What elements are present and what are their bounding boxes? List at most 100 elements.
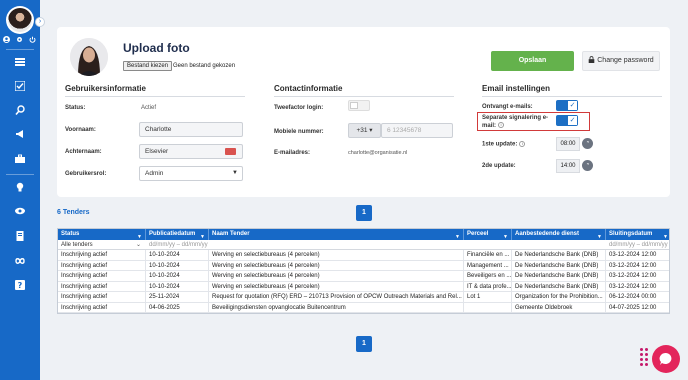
apps-grid-icon[interactable]: [640, 348, 648, 368]
sidebar-avatar[interactable]: [6, 6, 34, 34]
table-cell: 03-12-2024 12:00: [609, 262, 657, 269]
table-cell: [464, 302, 512, 313]
user-info-title: Gebruikersinformatie: [65, 84, 146, 93]
lightbulb-icon[interactable]: [14, 181, 26, 193]
publication-date-filter[interactable]: dd/mm/yy – dd/mm/yy: [146, 240, 266, 250]
table-cell: Inschrijving actief: [58, 271, 146, 282]
help-icon[interactable]: ?: [14, 279, 26, 291]
clock-icon[interactable]: ◔: [582, 138, 593, 149]
choose-file-button[interactable]: Bestand kiezen: [123, 61, 173, 71]
two-factor-label: Tweefactor login:: [274, 105, 324, 111]
table-row[interactable]: Inschrijving actief 10-10-2024 Werving en …: [58, 271, 669, 282]
contact-info-title: Contactinformatie: [274, 84, 343, 93]
table-cell: Request for quotation (RFQ) ERD – 210713…: [209, 292, 464, 303]
column-closing-date[interactable]: Sluitingsdatum ▼: [606, 229, 671, 240]
table-cell: Inschrijving actief: [58, 281, 146, 292]
table-header: Status ▼ Publicatiedatum ▼ Naam Tender ▼ Pe…: [58, 229, 669, 240]
lock-icon: [588, 56, 595, 63]
clock-icon[interactable]: ◔: [582, 160, 593, 171]
table-cell: 03-12-2024 12:00: [609, 252, 657, 258]
table-row[interactable]: Inschrijving actief 04-06-2025 Beveiliging…: [58, 302, 669, 313]
first-update-time[interactable]: 08:00: [556, 137, 580, 151]
table-cell: 10-10-2024: [146, 281, 209, 292]
table-row[interactable]: Inschrijving actief 10-10-2024 Werving en …: [58, 281, 669, 292]
page-button-top[interactable]: 1: [356, 205, 372, 221]
tender-count: 6 Tenders: [57, 209, 90, 216]
table-cell: Management ...: [464, 260, 512, 271]
table-cell: 06-12-2024 00:00: [609, 294, 657, 300]
table-cell: Lot 1: [464, 292, 512, 303]
role-select[interactable]: Admin ▼: [139, 166, 243, 181]
first-name-label: Voornaam:: [65, 127, 96, 133]
table-cell: 04-06-2025: [146, 302, 209, 313]
first-name-value: Charlotte: [145, 126, 172, 133]
change-password-button[interactable]: Change password: [582, 51, 660, 71]
role-value: Admin: [145, 170, 164, 177]
role-label: Gebruikersrol:: [65, 171, 107, 177]
table-cell: Werving en selectiebureaus (4 percelen): [209, 260, 464, 271]
sidebar: › ?: [0, 0, 45, 380]
mobile-placeholder: 6 12345678: [387, 127, 422, 134]
column-lot[interactable]: Perceel ▼: [464, 229, 512, 240]
chevron-down-icon: ▼: [232, 170, 238, 176]
first-name-field[interactable]: Charlotte: [139, 122, 243, 137]
gear-icon[interactable]: [16, 36, 23, 43]
table-body: Inschrijving actief 10-10-2024 Werving en …: [58, 250, 669, 313]
dashboard-icon[interactable]: [14, 56, 26, 68]
power-icon[interactable]: [29, 36, 36, 43]
save-button[interactable]: Opslaan: [491, 51, 574, 71]
megaphone-icon[interactable]: [14, 128, 26, 140]
closing-date-filter[interactable]: dd/mm/yy – dd/mm/yy: [606, 240, 671, 250]
document-icon[interactable]: [14, 230, 26, 242]
last-name-field[interactable]: Elsevier: [139, 144, 243, 159]
eye-icon[interactable]: [14, 205, 26, 217]
table-cell: IT & data profe...: [464, 281, 512, 292]
highlight-box: [477, 112, 590, 131]
search-icon[interactable]: [14, 104, 26, 116]
table-cell: Inschrijving actief: [58, 250, 146, 261]
status-label: Status:: [65, 105, 86, 111]
info-icon[interactable]: i: [519, 141, 526, 147]
two-factor-toggle[interactable]: [348, 100, 370, 111]
chevron-down-icon[interactable]: ⌄: [133, 240, 141, 250]
table-cell: De Nederlandsche Bank (DNB): [512, 260, 606, 271]
chat-bubble-icon: [659, 352, 672, 365]
country-code-select[interactable]: +31 ▾: [348, 123, 381, 138]
change-password-label: Change password: [597, 57, 654, 64]
checklist-icon[interactable]: [14, 80, 26, 92]
profile-photo: [70, 38, 108, 76]
table-cell: 25-11-2024: [146, 292, 209, 303]
table-row[interactable]: Inschrijving actief 10-10-2024 Werving en …: [58, 250, 669, 261]
column-publication-date[interactable]: Publicatiedatum ▼: [146, 229, 209, 240]
email-value: charlotte@organisatie.nl: [348, 150, 408, 156]
password-manager-icon[interactable]: [225, 148, 236, 155]
table-cell: Beveiligingsdiensten opvanglocatie Buite…: [209, 302, 464, 313]
table-cell: Organization for the Prohibition...: [512, 292, 606, 303]
briefcase-icon[interactable]: [14, 153, 26, 165]
upload-photo-title: Upload foto: [123, 41, 190, 55]
receive-emails-label: Ontvangt e-mails:: [482, 104, 533, 110]
table-cell: Werving en selectiebureaus (4 percelen): [209, 281, 464, 292]
user-icon[interactable]: [3, 36, 10, 43]
receive-emails-toggle[interactable]: ✓: [556, 100, 578, 111]
table-cell: Inschrijving actief: [58, 302, 146, 313]
chat-button[interactable]: [652, 345, 680, 373]
second-update-label: 2de update:: [482, 163, 516, 169]
table-cell: 03-12-2024 12:00: [609, 283, 657, 290]
mobile-number-input[interactable]: 6 12345678: [381, 123, 453, 138]
table-row[interactable]: Inschrijving actief 25-11-2024 Request for…: [58, 292, 669, 303]
table-cell: 10-10-2024: [146, 250, 209, 261]
filter-row: Alle tenders ⌄ dd/mm/yy – dd/mm/yy dd/mm…: [58, 240, 669, 250]
infinity-icon[interactable]: [14, 255, 26, 267]
page-button-bottom[interactable]: 1: [356, 336, 372, 352]
table-cell: Financiële en ...: [464, 250, 512, 261]
column-tender-name[interactable]: Naam Tender ▼: [209, 229, 464, 240]
file-status-text: Geen bestand gekozen: [173, 63, 236, 69]
sidebar-collapse-chevron-icon[interactable]: ›: [35, 17, 45, 27]
column-contracting-authority[interactable]: Aanbestedende dienst ▼: [512, 229, 606, 240]
second-update-time[interactable]: 14:00: [556, 159, 580, 173]
column-status[interactable]: Status ▼: [58, 229, 146, 240]
table-cell: Werving en selectiebureaus (4 percelen): [209, 250, 464, 261]
email-label: E-mailadres:: [274, 150, 311, 156]
table-row[interactable]: Inschrijving actief 10-10-2024 Werving en …: [58, 260, 669, 271]
